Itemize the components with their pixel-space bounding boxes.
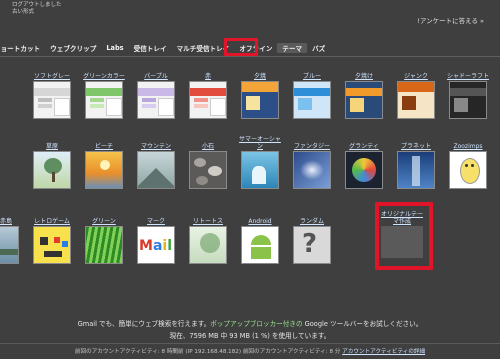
theme-label[interactable]: 赤 <box>186 58 230 80</box>
custom-theme-highlight <box>375 202 433 270</box>
theme-option[interactable]: 赤 <box>186 58 230 119</box>
tab-inbox[interactable]: 受信トレイ <box>129 43 172 53</box>
theme-option[interactable]: ソフトグレー <box>30 58 74 119</box>
survey-link[interactable]: !アンケートに答える » <box>417 15 484 25</box>
theme-option[interactable]: Zoozimps <box>446 128 490 189</box>
theme-option[interactable]: 夕焼 <box>238 58 282 119</box>
theme-label[interactable]: リトートス <box>186 203 230 225</box>
beach-icon[interactable] <box>85 151 123 189</box>
tab-themes[interactable]: テーマ <box>277 43 308 53</box>
theme-label[interactable]: Zoozimps <box>446 128 490 150</box>
theme-label[interactable]: マウンテン <box>134 128 178 150</box>
question-icon[interactable]: ? <box>293 226 331 264</box>
theme-option[interactable]: ブルー <box>290 58 334 119</box>
toolbar-promo-text-end: Google ツールバーをお試しください。 <box>302 320 423 328</box>
account-activity-text2: 前回のアカウントアクティビティ: 8 分 <box>241 349 343 355</box>
theme-option[interactable]: 小石 <box>186 128 230 189</box>
active-tab-highlight <box>224 38 258 56</box>
tab-shortcuts[interactable]: ショートカット <box>0 43 45 53</box>
theme-option[interactable]: グリーンカラー <box>82 58 126 119</box>
tab-webclips[interactable]: ウェブクリップ <box>45 43 101 53</box>
theme-softgray-icon[interactable] <box>33 81 71 119</box>
theme-label[interactable]: ランダム <box>290 203 334 225</box>
cartoon-icon[interactable] <box>449 151 487 189</box>
pebbles-icon[interactable] <box>189 151 227 189</box>
graffiti-icon[interactable] <box>345 151 383 189</box>
theme-orange-icon[interactable] <box>397 81 435 119</box>
account-activity-link[interactable]: アカウントアクティビティの詳細 <box>342 349 425 355</box>
account-activity: 前回のアカウントアクティビティ: 8 時間前 (IP 192.168.48.18… <box>0 347 500 355</box>
theme-shadow-icon[interactable] <box>449 81 487 119</box>
theme-option[interactable]: オル赤島 <box>0 203 22 264</box>
theme-label[interactable]: 小石 <box>186 128 230 150</box>
theme-option[interactable]: マーク Mail <box>134 203 178 264</box>
theme-option[interactable]: リトートス <box>186 203 230 264</box>
mountain-icon[interactable] <box>137 151 175 189</box>
theme-label[interactable]: 夕焼 <box>238 58 282 80</box>
theme-label[interactable]: パープル <box>134 58 178 80</box>
lake-icon[interactable] <box>0 226 19 264</box>
theme-option[interactable]: グリーン <box>82 203 126 264</box>
toolbar-promo-text: Gmail でも、簡単にウェブ検索を行えます。 <box>77 320 211 328</box>
mail-logo-icon[interactable]: Mail <box>137 226 175 264</box>
planet-icon[interactable] <box>397 151 435 189</box>
theme-label[interactable]: ソフトグレー <box>30 58 74 80</box>
theme-sunset-icon[interactable] <box>241 81 279 119</box>
account-activity-text: 前回のアカウントアクティビティ: 8 時間前 (IP 192.168.48.18… <box>74 349 242 355</box>
theme-option[interactable]: レトロゲーム <box>30 203 74 264</box>
theme-option[interactable]: パープル <box>134 58 178 119</box>
theme-label[interactable]: サマーオーシャン <box>238 128 282 150</box>
theme-blue-icon[interactable] <box>293 81 331 119</box>
theme-label[interactable]: ファンタジー <box>290 128 334 150</box>
toolbar-promo-link[interactable]: ポップアップブロッカー付きの <box>210 320 302 328</box>
theme-option[interactable]: グランティ <box>342 128 386 189</box>
theme-label[interactable]: プラネット <box>394 128 438 150</box>
android-icon[interactable] <box>241 226 279 264</box>
theme-purple-icon[interactable] <box>137 81 175 119</box>
top-left-info: ログアウトしました 古い形式 <box>12 2 62 15</box>
tab-labs[interactable]: Labs <box>101 44 128 52</box>
theme-label[interactable]: グリーンカラー <box>82 58 126 80</box>
theme-option[interactable]: サマーオーシャン <box>238 128 282 189</box>
theme-option[interactable]: ビーチ <box>82 128 126 189</box>
theme-label[interactable]: マーク <box>134 203 178 225</box>
grass-icon[interactable] <box>85 226 123 264</box>
retro-game-icon[interactable] <box>33 226 71 264</box>
theme-option[interactable]: 夕焼け <box>342 58 386 119</box>
theme-label[interactable]: グリーン <box>82 203 126 225</box>
theme-option[interactable]: ジャンク <box>394 58 438 119</box>
theme-option[interactable]: シャドーラフト <box>446 58 490 119</box>
theme-label[interactable]: レトロゲーム <box>30 203 74 225</box>
theme-option[interactable]: ランダム? <box>290 203 334 264</box>
theme-red-icon[interactable] <box>189 81 227 119</box>
theme-label[interactable]: ビーチ <box>82 128 126 150</box>
sepline <box>0 343 500 344</box>
theme-option[interactable]: Android <box>238 203 282 264</box>
tree-icon[interactable] <box>33 151 71 189</box>
top-left-line2[interactable]: 古い形式 <box>12 9 62 16</box>
fantasy-icon[interactable] <box>293 151 331 189</box>
toolbar-promo: Gmail でも、簡単にウェブ検索を行えます。ポップアップブロッカー付きの Go… <box>0 318 500 328</box>
theme-green-icon[interactable] <box>85 81 123 119</box>
theme-label[interactable]: グランティ <box>342 128 386 150</box>
top-left-line1[interactable]: ログアウトしました <box>12 2 62 9</box>
bamboo-icon[interactable] <box>189 226 227 264</box>
theme-label[interactable]: ジャンク <box>394 58 438 80</box>
theme-option[interactable]: 草原 <box>30 128 74 189</box>
tab-buzz[interactable]: バズ <box>307 43 330 53</box>
theme-option[interactable]: プラネット <box>394 128 438 189</box>
theme-option[interactable]: ファンタジー <box>290 128 334 189</box>
theme-label[interactable]: 夕焼け <box>342 58 386 80</box>
theme-label[interactable]: オル赤島 <box>0 203 22 225</box>
theme-label[interactable]: ブルー <box>290 58 334 80</box>
theme-label[interactable]: シャドーラフト <box>446 58 490 80</box>
theme-option[interactable]: マウンテン <box>134 128 178 189</box>
theme-label[interactable]: Android <box>238 203 282 225</box>
tab-divider <box>0 56 500 57</box>
storage-usage: 現在、7596 MB 中 93 MB (1 %) を使用しています。 <box>169 332 331 340</box>
ocean-icon[interactable] <box>241 151 279 189</box>
theme-dusk-icon[interactable] <box>345 81 383 119</box>
theme-label[interactable]: 草原 <box>30 128 74 150</box>
